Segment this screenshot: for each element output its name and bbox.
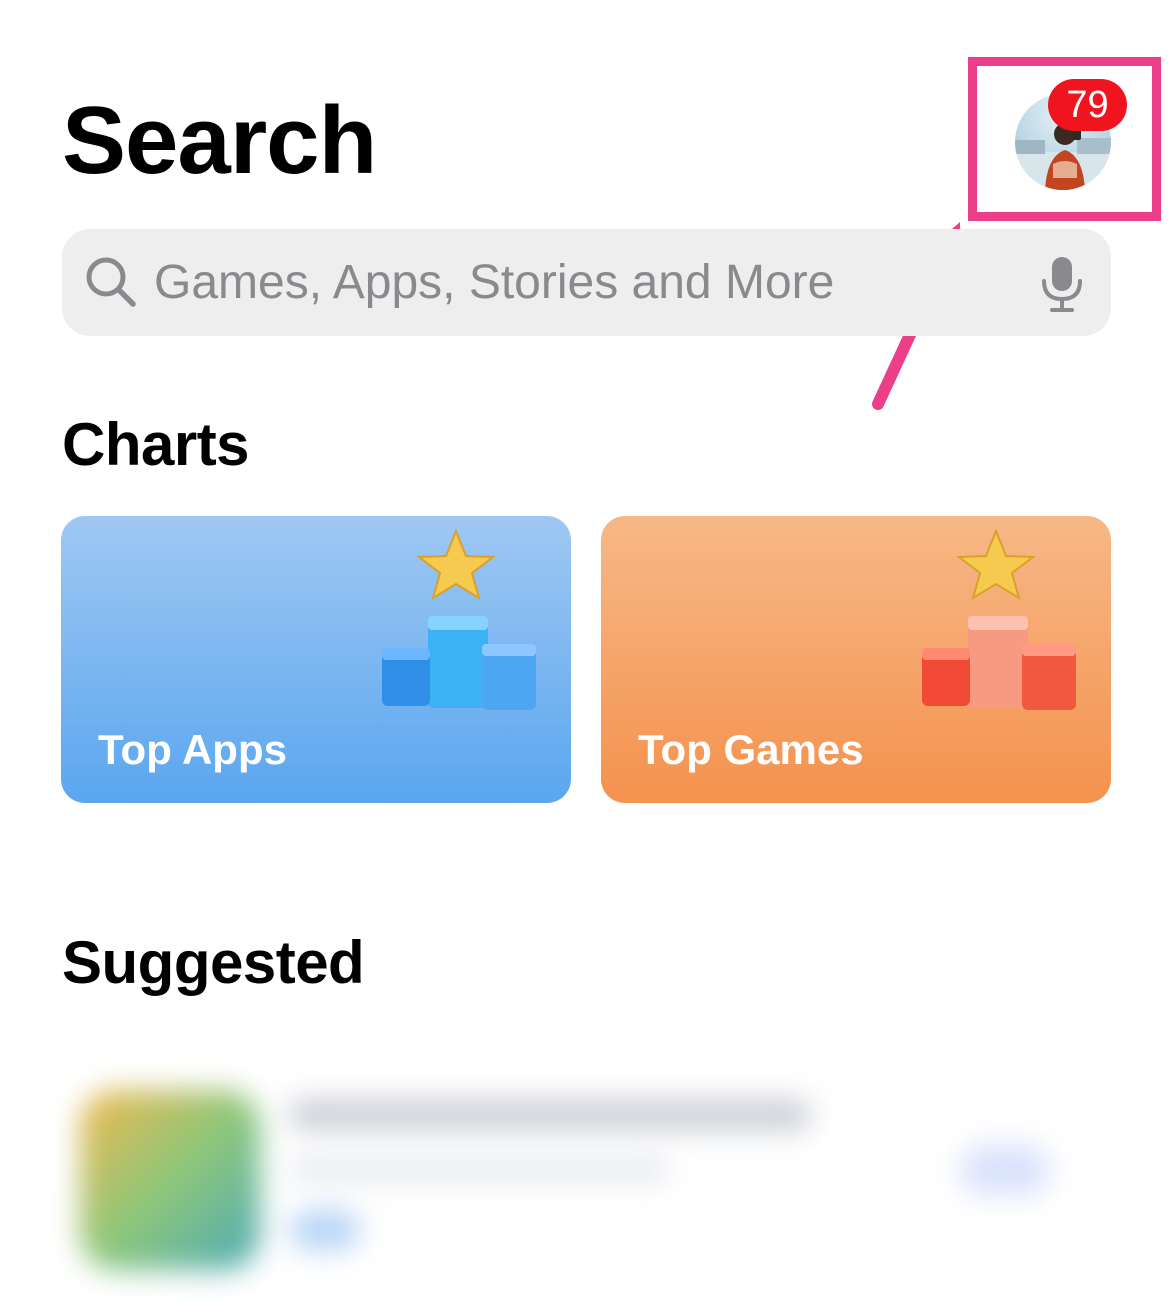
charts-heading: Charts — [62, 411, 250, 478]
top-games-card[interactable]: Top Games — [601, 516, 1111, 803]
notification-badge: 79 — [1048, 79, 1127, 131]
page-title: Search — [62, 87, 377, 194]
get-button-blurred — [960, 1145, 1050, 1195]
top-apps-card[interactable]: Top Apps — [61, 516, 571, 803]
search-input[interactable] — [154, 229, 1014, 336]
app-tag-blurred — [290, 1210, 360, 1250]
app-subtitle-blurred — [290, 1160, 670, 1180]
suggested-heading: Suggested — [62, 929, 365, 996]
app-icon-blurred — [80, 1090, 260, 1270]
podium-star-icon — [382, 528, 536, 710]
suggested-app-row-blurred — [40, 1040, 1140, 1302]
microphone-icon[interactable] — [1040, 255, 1084, 313]
podium-star-icon — [922, 528, 1076, 710]
app-title-blurred — [290, 1100, 810, 1130]
search-bar[interactable] — [62, 229, 1111, 336]
top-apps-label: Top Apps — [98, 726, 287, 773]
top-games-label: Top Games — [638, 726, 864, 773]
search-icon — [86, 257, 136, 307]
